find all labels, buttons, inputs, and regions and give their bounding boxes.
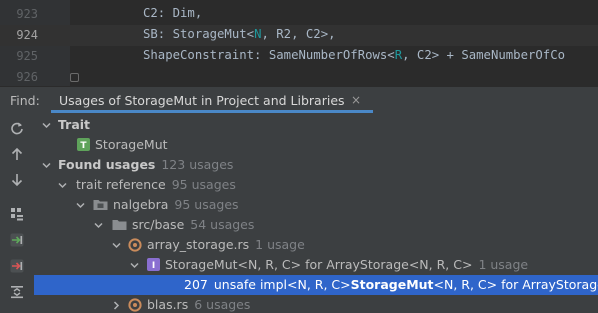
- module-folder-icon: [93, 198, 108, 211]
- fold-marker-icon[interactable]: [70, 73, 79, 82]
- close-icon[interactable]: ×: [351, 93, 361, 107]
- tab-usages-of-storagemut[interactable]: Usages of StorageMut in Project and Libr…: [51, 87, 373, 113]
- chevron-down-icon[interactable]: [42, 161, 51, 170]
- blas-count: 6 usages: [194, 297, 251, 312]
- tree-node-usage-line-207[interactable]: 207 unsafe impl<N, R, C> StorageMut <N, …: [34, 275, 598, 295]
- code-line[interactable]: 923 C2: Dim,: [0, 4, 598, 25]
- chevron-right-icon[interactable]: [112, 301, 121, 310]
- impl-icon: I: [147, 258, 160, 271]
- array-storage-label: array_storage.rs: [147, 237, 250, 252]
- trait-item-label: StorageMut: [95, 137, 168, 152]
- trait-icon: T: [77, 138, 90, 151]
- tree-node-blas-rs[interactable]: blas.rs 6 usages: [34, 295, 598, 313]
- find-tool-window: Find: Usages of StorageMut in Project an…: [0, 86, 598, 313]
- tab-title: Usages of StorageMut in Project and Libr…: [59, 93, 345, 108]
- trait-header-label: Trait: [58, 117, 91, 132]
- impl-label: StorageMut<N, R, C> for ArrayStorage<N, …: [165, 257, 473, 272]
- svg-text:T: T: [80, 141, 87, 151]
- line-number: 926: [16, 70, 38, 84]
- autoscroll-to-source-icon[interactable]: [6, 255, 28, 277]
- folder-icon: [112, 218, 127, 231]
- line-number: 925: [16, 49, 38, 63]
- tree-node-trait[interactable]: Trait: [34, 115, 598, 135]
- trait-reference-label: trait reference: [76, 177, 166, 192]
- chevron-down-icon[interactable]: [58, 181, 67, 190]
- code-token: C2: Dim,: [143, 6, 203, 20]
- rerun-icon[interactable]: [6, 117, 28, 139]
- usage-line-number: 207: [184, 277, 208, 292]
- code-token: , R2, C2>,: [261, 27, 336, 41]
- code-line[interactable]: 925 ShapeConstraint: SameNumberOfRows<R, …: [0, 46, 598, 67]
- code-text: ShapeConstraint: SameNumberOfRows<R, C2>…: [143, 48, 565, 62]
- tree-node-storagemut-trait[interactable]: T StorageMut: [34, 135, 598, 155]
- rust-file-icon: [128, 237, 142, 252]
- usage-code-prefix: unsafe impl<N, R, C>: [213, 277, 351, 292]
- chevron-down-icon[interactable]: [76, 201, 85, 210]
- generic-param-token: R: [394, 48, 403, 62]
- code-token: SB: StorageMut<: [143, 27, 255, 41]
- found-usages-label: Found usages: [58, 157, 156, 172]
- line-number: 923: [16, 7, 38, 21]
- usage-code-match: StorageMut: [350, 277, 434, 292]
- code-token: , C2> + SameNumberOfCo: [402, 48, 565, 62]
- navigate-with-single-click-icon[interactable]: [6, 229, 28, 251]
- group-by-module-icon[interactable]: [6, 203, 28, 225]
- array-storage-count: 1 usage: [255, 237, 305, 252]
- active-tab-indicator: [51, 110, 373, 113]
- find-label: Find:: [10, 93, 40, 108]
- code-line[interactable]: 926: [0, 67, 598, 88]
- tree-node-found-usages[interactable]: Found usages 123 usages: [34, 155, 598, 175]
- impl-count: 1 usage: [478, 257, 529, 272]
- found-usages-count: 123 usages: [161, 157, 234, 172]
- find-header: Find: Usages of StorageMut in Project an…: [0, 87, 598, 113]
- code-text: SB: StorageMut<N, R2, C2>,: [143, 27, 336, 41]
- expand-all-icon[interactable]: [6, 281, 28, 303]
- code-token: ShapeConstraint: SameNumberOfRows<: [143, 48, 395, 62]
- nalgebra-count: 95 usages: [174, 197, 239, 212]
- code-text: C2: Dim,: [143, 6, 202, 20]
- line-number: 924: [16, 28, 38, 42]
- chevron-down-icon[interactable]: [42, 121, 51, 130]
- tree-node-trait-reference[interactable]: trait reference 95 usages: [34, 175, 598, 195]
- nalgebra-label: nalgebra: [113, 197, 169, 212]
- code-line[interactable]: 924 SB: StorageMut<N, R2, C2>,: [0, 25, 598, 46]
- find-toolbar: [0, 114, 34, 313]
- svg-text:I: I: [152, 261, 155, 271]
- chevron-down-icon[interactable]: [112, 241, 121, 250]
- tree-node-nalgebra[interactable]: nalgebra 95 usages: [34, 195, 598, 215]
- chevron-down-icon[interactable]: [130, 261, 139, 270]
- usage-code-suffix: <N, R, C> for ArrayStorage<: [433, 277, 598, 292]
- rust-file-icon: [128, 297, 142, 312]
- src-base-count: 54 usages: [190, 217, 255, 232]
- chevron-down-icon[interactable]: [94, 221, 103, 230]
- blas-label: blas.rs: [147, 297, 189, 312]
- src-base-label: src/base: [132, 217, 185, 232]
- tree-node-impl-storagemut[interactable]: I StorageMut<N, R, C> for ArrayStorage<N…: [34, 255, 598, 275]
- code-editor[interactable]: 923 C2: Dim, 924 SB: StorageMut<N, R2, C2>,…: [0, 0, 598, 86]
- tree-node-src-base[interactable]: src/base 54 usages: [34, 215, 598, 235]
- trait-reference-count: 95 usages: [171, 177, 236, 192]
- arrow-up-icon[interactable]: [6, 143, 28, 165]
- tree-node-array-storage-rs[interactable]: array_storage.rs 1 usage: [34, 235, 598, 255]
- arrow-down-icon[interactable]: [6, 169, 28, 191]
- usages-tree[interactable]: Trait T StorageMut Found usages 123 usag…: [34, 114, 598, 313]
